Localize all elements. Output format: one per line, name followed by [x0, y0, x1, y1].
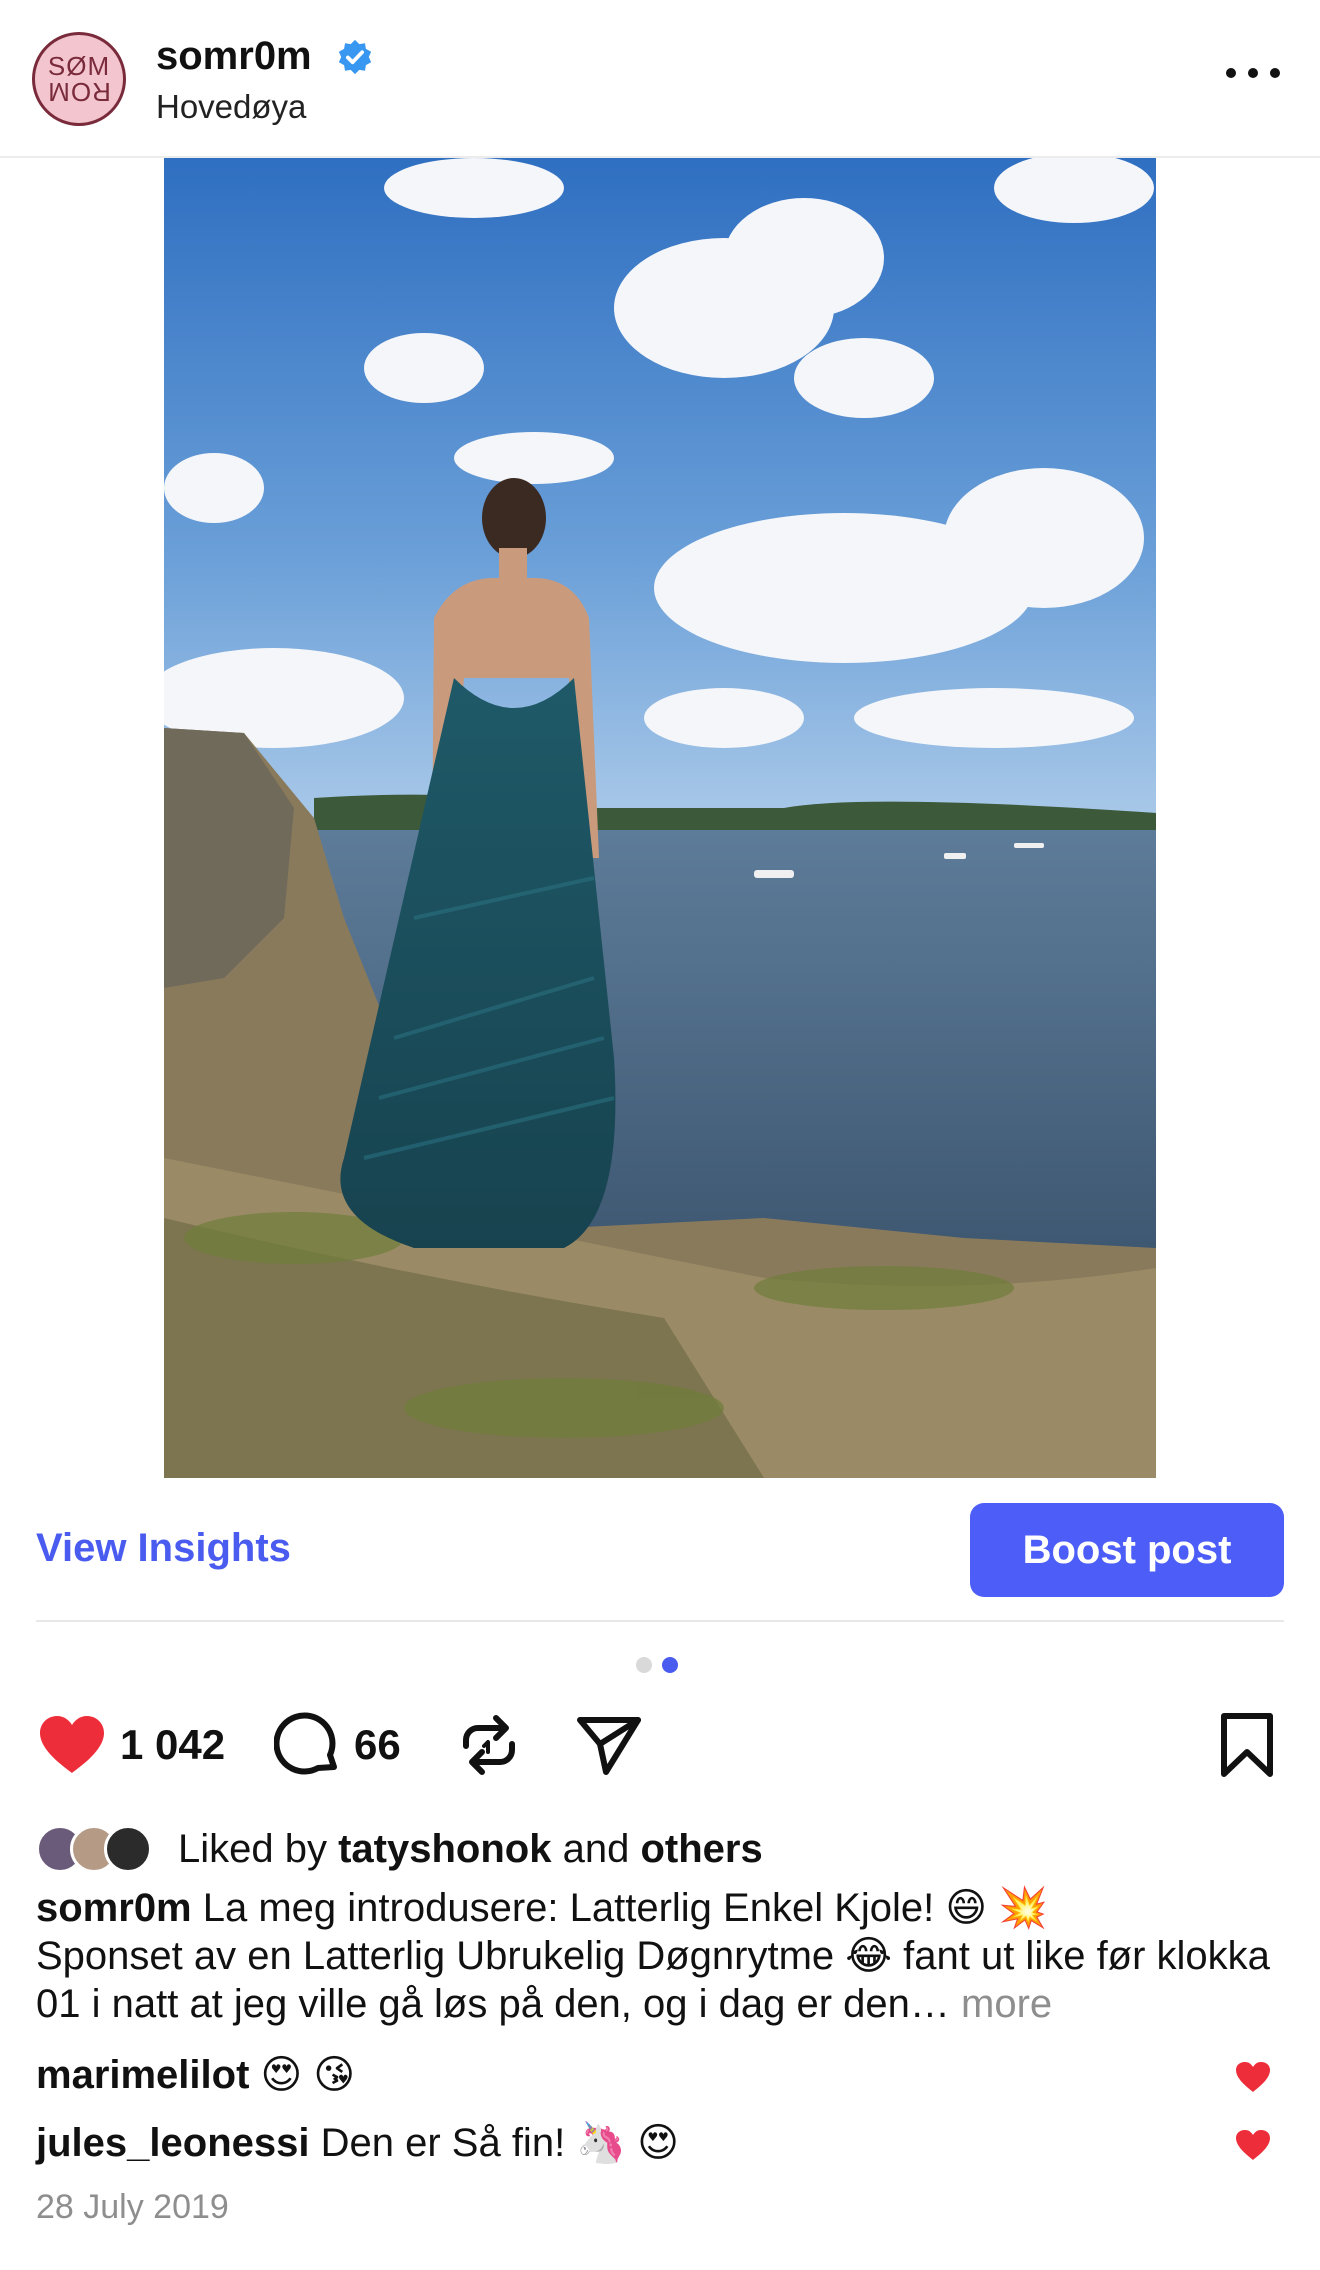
repost-icon[interactable] [456, 1712, 522, 1778]
liked-by-user[interactable]: tatyshonok [338, 1827, 551, 1871]
caption-more-link[interactable]: more [961, 1982, 1052, 2026]
liker-avatar[interactable] [104, 1825, 152, 1873]
like-action[interactable]: 1 042 [36, 1710, 225, 1780]
caption-text-part2: Sponset av en Latterlig Ubrukelig Døgnry… [36, 1934, 1270, 2026]
carousel-dot [636, 1657, 652, 1673]
verified-icon [338, 39, 372, 75]
heart-icon[interactable] [1234, 2128, 1272, 2162]
post-location[interactable]: Hovedøya [156, 88, 306, 126]
liked-by-text: Liked by tatyshonok and others [178, 1827, 763, 1872]
author-username[interactable]: somr0m [156, 34, 312, 79]
liked-by-joiner: and [562, 1826, 630, 1871]
more-icon[interactable] [1226, 58, 1280, 88]
comment-icon[interactable] [274, 1711, 342, 1779]
comment-author[interactable]: marimelilot [36, 2053, 249, 2097]
post-caption: somr0m La meg introdusere: Latterlig Enk… [36, 1884, 1276, 2028]
liked-by-prefix: Liked by [178, 1826, 327, 1871]
comment-item: marimelilot 😍 😘 [36, 2050, 1236, 2100]
comment-item: jules_leonessi Den er Så fin! 🦄 😍 [36, 2118, 1236, 2168]
bookmark-action[interactable] [1218, 1710, 1276, 1780]
carousel-indicator [636, 1657, 678, 1673]
comment-count[interactable]: 66 [354, 1721, 401, 1769]
post-header: SØM ROM somr0m Hovedøya [0, 0, 1320, 158]
carousel-dot-active [662, 1657, 678, 1673]
comment-author[interactable]: jules_leonessi [36, 2121, 309, 2165]
liked-by[interactable]: Liked by tatyshonok and others [36, 1824, 763, 1874]
heart-icon[interactable] [1234, 2060, 1272, 2094]
avatar-text-bottom: ROM [47, 77, 111, 107]
view-insights-link[interactable]: View Insights [36, 1526, 291, 1571]
caption-author[interactable]: somr0m [36, 1886, 192, 1930]
post-date: 28 July 2019 [36, 2188, 229, 2226]
repost-action[interactable] [456, 1710, 522, 1780]
like-count[interactable]: 1 042 [120, 1721, 225, 1769]
share-icon[interactable] [574, 1712, 644, 1778]
share-action[interactable] [574, 1710, 644, 1780]
heart-icon[interactable] [36, 1713, 108, 1777]
divider [36, 1620, 1284, 1622]
boost-post-button[interactable]: Boost post [970, 1503, 1284, 1597]
action-bar: 1 042 66 [0, 1710, 1320, 1790]
comment-text: Den er Så fin! 🦄 😍 [320, 2121, 679, 2165]
bookmark-icon[interactable] [1218, 1712, 1276, 1778]
avatar-text-top: SØM [47, 51, 111, 81]
post-photo[interactable] [164, 158, 1156, 1478]
caption-text-part1: La meg introdusere: Latterlig Enkel Kjol… [202, 1886, 1049, 1930]
comment-text: 😍 😘 [260, 2053, 356, 2097]
avatar[interactable]: SØM ROM [32, 32, 126, 126]
liked-by-others[interactable]: others [640, 1827, 762, 1871]
comment-action[interactable]: 66 [274, 1710, 401, 1780]
